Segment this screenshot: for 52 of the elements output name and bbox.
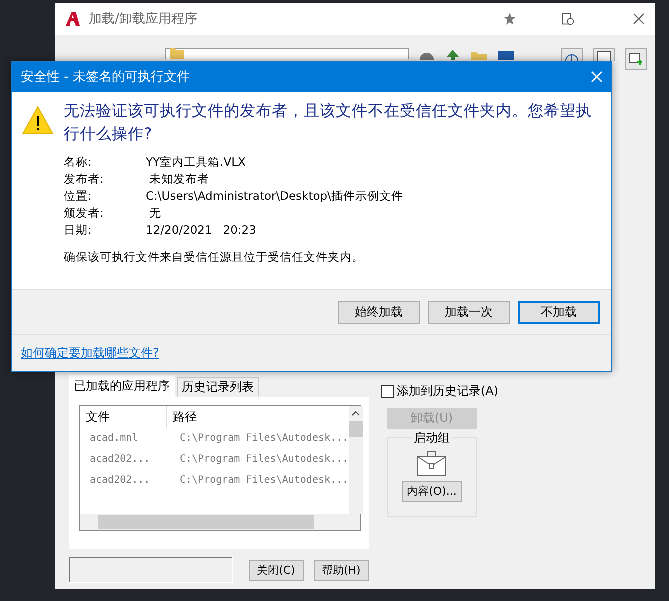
- column-header[interactable]: 文件: [80, 406, 167, 428]
- briefcase-icon: [417, 451, 447, 477]
- detail-label: 位置:: [64, 188, 93, 204]
- dialog-note: 确保该可执行文件来自受信任源且位于受信任文件夹内。: [64, 250, 365, 265]
- app-logo-icon: [65, 11, 81, 27]
- help-link[interactable]: 如何确定要加载哪些文件?: [21, 344, 160, 362]
- star-icon[interactable]: [503, 12, 517, 26]
- folder-field[interactable]: [165, 48, 409, 59]
- globe-button[interactable]: [561, 48, 583, 61]
- dialog-button[interactable]: 不加载: [518, 300, 600, 324]
- add-folder-icon: [629, 53, 643, 65]
- scrollbar-thumb[interactable]: [98, 515, 314, 529]
- warning-icon: [22, 106, 54, 135]
- tab[interactable]: 已加载的应用程序: [69, 375, 175, 397]
- table-cell-text: acad202...: [89, 454, 152, 465]
- view-icon[interactable]: [497, 51, 515, 60]
- tab[interactable]: 历史记录列表: [177, 377, 259, 397]
- detail-value: YY室内工具箱.VLX: [146, 154, 247, 170]
- detail-label: 颁发者:: [64, 205, 105, 221]
- up-arrow-icon[interactable]: [445, 50, 461, 60]
- vertical-scrollbar[interactable]: [348, 406, 363, 514]
- dialog-button[interactable]: 始终加载: [338, 300, 420, 324]
- group-title: 启动组: [412, 430, 452, 447]
- horizontal-scrollbar[interactable]: [80, 514, 360, 530]
- favorite-folder-button[interactable]: [593, 48, 615, 61]
- table-cell-text: C:\Program Files\Autodesk...: [179, 475, 349, 486]
- history-icon[interactable]: [561, 12, 575, 26]
- table-cell-text: C:\Program Files\Autodesk...: [179, 433, 349, 444]
- contents-button[interactable]: 内容(O)...: [402, 481, 462, 502]
- detail-label: 发布者:: [64, 171, 105, 187]
- help-button[interactable]: 帮助(H): [314, 560, 370, 580]
- table-cell-text: acad202...: [89, 475, 152, 486]
- table-cell-text: acad.mnl: [89, 433, 140, 444]
- dialog-heading: 无法验证该可执行文件的发布者，且该文件不在受信任文件夹内。您希望执行什么操作?: [64, 101, 593, 145]
- back-icon[interactable]: [419, 50, 435, 60]
- caret-up-icon[interactable]: [352, 411, 360, 416]
- detail-label: 名称:: [64, 154, 93, 170]
- close-icon[interactable]: [633, 13, 645, 25]
- column-header[interactable]: 路径: [167, 406, 349, 428]
- scrollbar-thumb[interactable]: [348, 421, 363, 437]
- history-checkbox[interactable]: 添加到历史记录(A): [381, 383, 499, 400]
- window-title: 加载/卸载应用程序: [89, 11, 198, 28]
- add-favorite-button[interactable]: [625, 48, 647, 70]
- detail-value: 12/20/2021 20:23: [146, 222, 258, 238]
- detail-label: 日期:: [64, 222, 93, 238]
- close-button[interactable]: 关闭(C): [248, 560, 304, 580]
- detail-value: 无: [148, 205, 163, 221]
- detail-value: 未知发布者: [148, 171, 211, 187]
- dialog-button[interactable]: 加载一次: [428, 300, 510, 324]
- detail-value: C:\Users\Administrator\Desktop\插件示例文件: [146, 188, 404, 204]
- table-cell-text: C:\Program Files\Autodesk...: [179, 454, 349, 465]
- dialog-title: 安全性 - 未签名的可执行文件: [21, 69, 190, 86]
